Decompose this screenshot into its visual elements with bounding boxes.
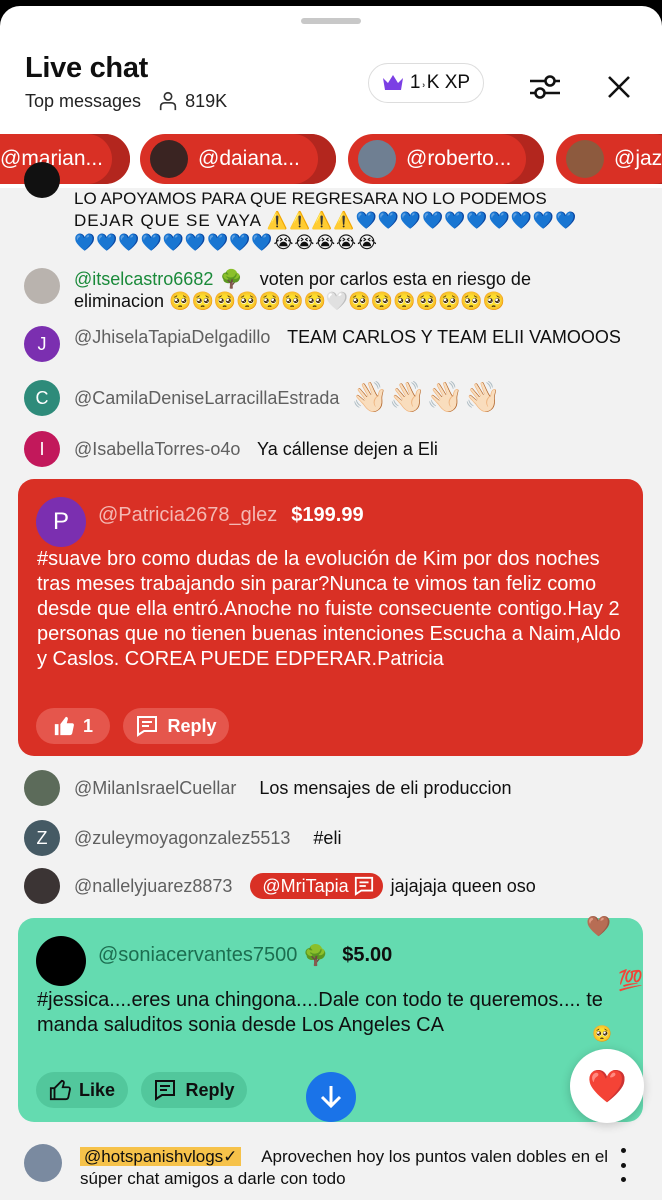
message-text: Ya cállense dejen a Eli (257, 439, 438, 459)
avatar: Z (24, 820, 60, 856)
super-chat-amount: $199.99 (291, 504, 364, 526)
like-button[interactable]: Like (36, 1072, 128, 1108)
author-name[interactable]: @MilanIsraelCuellar (74, 778, 236, 798)
message-text: 💙💙💙💙💙💙💙💙💙😭😭😭😭😭 (74, 233, 378, 252)
supporter-name: @daiana... (198, 147, 300, 170)
more-options-icon[interactable] (616, 1148, 630, 1182)
pinned-message[interactable]: @hotspanishvlogs✓ Aprovechen hoy los pun… (12, 1134, 650, 1196)
top-supporters-bar: @marian... @daiana... @roberto... @jaz (0, 134, 662, 186)
avatar (24, 268, 60, 304)
avatar (358, 140, 396, 178)
message-text: 👋🏻👋🏻👋🏻👋🏻 (351, 381, 501, 414)
author-name[interactable]: @itselcastro6682 (74, 269, 213, 289)
chat-mode-selector[interactable]: Top messages 819K (25, 90, 227, 112)
avatar (150, 140, 188, 178)
chat-mode-label: Top messages (25, 90, 142, 111)
supporter-chip[interactable]: @jaz (556, 134, 662, 184)
supporter-name: @jaz (614, 147, 662, 170)
avatar (24, 770, 60, 806)
author-name[interactable]: @nallelyjuarez8873 (74, 875, 232, 897)
author-name[interactable]: @hotspanishvlogs✓ (80, 1147, 242, 1166)
super-chat-text: #jessica....eres una chingona....Dale co… (37, 989, 603, 1036)
author-name[interactable]: @Patricia2678_glez (98, 504, 277, 527)
super-chat-amount: $5.00 (342, 944, 393, 966)
reply-icon (155, 1080, 176, 1101)
scroll-to-bottom-button[interactable] (306, 1072, 356, 1122)
filter-button[interactable] (525, 67, 565, 107)
like-button[interactable]: 1 (36, 708, 110, 744)
chat-message[interactable]: @itselcastro6682 🌳 voten por carlos esta… (24, 268, 624, 312)
like-count: 1 (82, 715, 93, 736)
avatar (24, 1144, 62, 1182)
message-text: TEAM CARLOS Y TEAM ELII VAMOOOS (287, 327, 621, 347)
crown-icon (382, 75, 403, 90)
mention-name: @MriTapia (262, 876, 349, 896)
author-name[interactable]: @zuleymoyagonzalez5513 (74, 828, 290, 848)
avatar: C (24, 380, 60, 416)
chat-message[interactable]: @MilanIsraelCuellar Los mensajes de eli … (24, 770, 624, 806)
message-text: #eli (313, 828, 342, 848)
message-text: LO APOYAMOS PARA QUE REGRESARA NO LO POD… (74, 189, 547, 208)
reply-label: Reply (167, 715, 217, 736)
avatar (566, 140, 604, 178)
supporter-chip[interactable]: @roberto... (348, 134, 544, 184)
arrow-down-icon (320, 1086, 342, 1109)
avatar (24, 868, 60, 904)
chat-message[interactable]: @nallelyjuarez8873 @MriTapia jajajaja qu… (24, 868, 624, 904)
message-text: Los mensajes de eli produccion (259, 778, 512, 798)
pleading-face-reaction-icon: 🥺 (592, 1026, 612, 1043)
avatar (24, 162, 60, 198)
thumbs-up-icon (54, 716, 74, 736)
live-chat-sheet: Live chat Top messages 819K 1˒K XP @mari… (0, 6, 662, 1200)
thumbs-up-icon (49, 1079, 71, 1101)
reply-button[interactable]: Reply (141, 1072, 247, 1108)
reply-icon (137, 716, 158, 737)
supporter-name: @roberto... (406, 147, 512, 170)
chat-message[interactable]: J @JhiselaTapiaDelgadillo TEAM CARLOS Y … (24, 326, 624, 362)
chat-list[interactable]: LO APOYAMOS PARA QUE REGRESARA NO LO POD… (0, 162, 662, 1200)
sliders-icon (530, 75, 560, 99)
message-text: DEJAR QUE SE VAYA ⚠️⚠️⚠️⚠️💙💙💙💙💙💙💙💙💙💙 (74, 211, 578, 230)
supporter-chip[interactable]: @daiana... (140, 134, 336, 184)
avatar: P (36, 497, 86, 547)
send-reaction-button[interactable]: ❤️ (570, 1049, 644, 1123)
avatar: I (24, 431, 60, 467)
mention-chip[interactable]: @MriTapia (250, 873, 383, 899)
chat-message[interactable]: I @IsabellaTorres-o4o Ya cállense dejen … (24, 431, 624, 467)
like-label: Like (78, 1079, 116, 1100)
author-name[interactable]: @JhiselaTapiaDelgadillo (74, 327, 270, 347)
member-badge-icon: 🌳 (303, 945, 329, 967)
author-name[interactable]: @soniacervantes7500 (98, 944, 297, 967)
brown-heart-reaction-icon: 🤎 (586, 916, 611, 938)
avatar: J (24, 326, 60, 362)
close-icon (608, 76, 630, 98)
heart-icon: ❤️ (587, 1068, 627, 1104)
reply-icon (354, 876, 373, 896)
super-chat-text: #suave bro como dudas de la evolución de… (37, 548, 621, 670)
person-icon (159, 91, 177, 111)
super-chat-card[interactable]: P @Patricia2678_glez $199.99 #suave bro … (18, 479, 643, 756)
message-text: jajajaja queen oso (390, 876, 536, 896)
close-button[interactable] (599, 67, 639, 107)
drag-handle[interactable] (301, 18, 361, 24)
member-badge-icon: 🌳 (220, 269, 243, 289)
author-name[interactable]: @IsabellaTorres-o4o (74, 439, 240, 459)
xp-badge[interactable]: 1˒K XP (368, 63, 484, 103)
viewer-count: 819K (185, 90, 228, 111)
page-title: Live chat (25, 52, 149, 84)
hundred-points-reaction-icon: 💯 (618, 970, 643, 992)
chat-message[interactable]: Z @zuleymoyagonzalez5513 #eli (24, 820, 624, 856)
reply-button[interactable]: Reply (123, 708, 229, 744)
avatar (36, 936, 86, 986)
chat-message: LO APOYAMOS PARA QUE REGRESARA NO LO POD… (24, 162, 624, 258)
supporter-chip[interactable]: @marian... (0, 134, 130, 184)
author-name[interactable]: @CamilaDeniseLarracillaEstrada (74, 387, 339, 409)
chat-message[interactable]: C @CamilaDeniseLarracillaEstrada 👋🏻👋🏻👋🏻👋… (24, 380, 624, 416)
xp-value: 1˒K XP (409, 72, 471, 93)
reply-label: Reply (185, 1079, 235, 1100)
